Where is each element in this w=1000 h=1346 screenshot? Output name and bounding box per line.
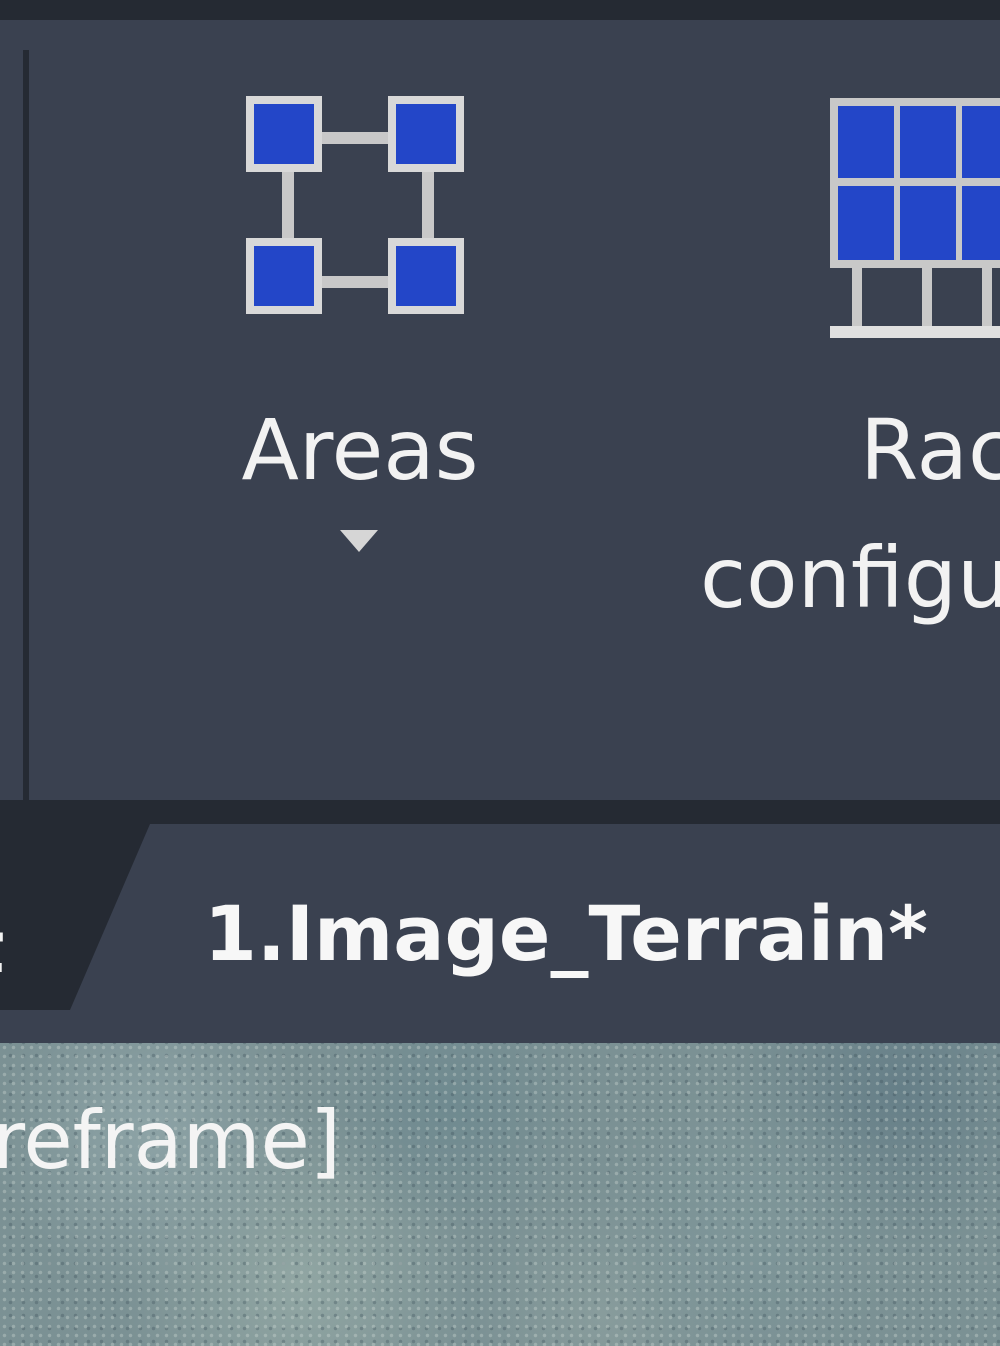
chevron-down-icon[interactable] bbox=[340, 530, 378, 552]
rack-configuration-icon bbox=[830, 98, 1000, 338]
tab-image-terrain[interactable]: 1.Image_Terrain* bbox=[120, 824, 1000, 1043]
visual-style-label[interactable]: ireframe] bbox=[0, 1091, 341, 1191]
top-strip bbox=[0, 0, 1000, 20]
ribbon-panel: Areas Rac configu bbox=[0, 20, 1000, 810]
rack-configuration-label-line1: Rac bbox=[860, 401, 1000, 499]
areas-icon bbox=[246, 96, 464, 314]
tab-previous-label: t bbox=[0, 902, 4, 992]
areas-label: Areas bbox=[241, 401, 479, 499]
rack-configuration-label-line2: configu bbox=[700, 529, 1000, 627]
areas-button[interactable]: Areas bbox=[200, 80, 520, 600]
document-tab-bar: t 1.Image_Terrain* bbox=[0, 800, 1000, 1043]
ribbon-divider bbox=[23, 50, 29, 810]
rack-configuration-button[interactable]: Rac configu bbox=[690, 80, 1000, 640]
drawing-viewport[interactable]: ireframe] bbox=[0, 1043, 1000, 1346]
tab-image-terrain-label: 1.Image_Terrain* bbox=[204, 889, 928, 978]
tab-bar-top-strip bbox=[0, 800, 1000, 824]
